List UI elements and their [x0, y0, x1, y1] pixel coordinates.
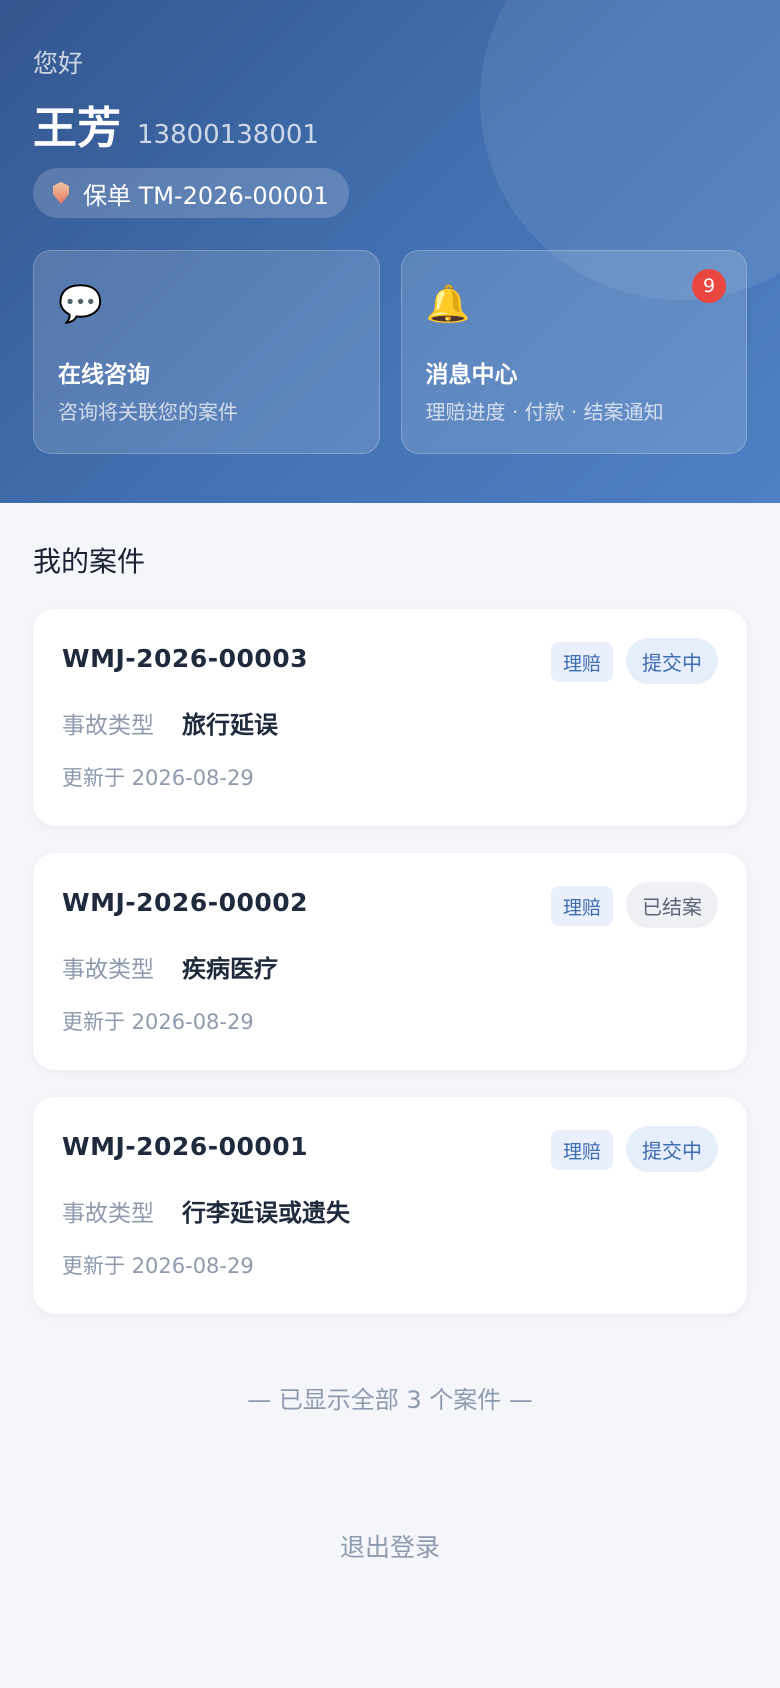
online-consult-subtitle: 咨询将关联您的案件 [58, 400, 238, 424]
case-list-footer: — 已显示全部 3 个案件 — [247, 1386, 533, 1414]
case-updated-date: 更新于 2026-08-29 [62, 1010, 254, 1034]
case-status-badge: 已结案 [626, 882, 718, 928]
case-detail-row: 事故类型 疾病医疗 [62, 949, 278, 984]
case-card[interactable]: WMJ-2026-00001 理赔 提交中 事故类型 行李延误或遗失 更新于 2… [33, 1097, 747, 1314]
case-id: WMJ-2026-00003 [62, 644, 309, 673]
shield-icon [53, 182, 69, 204]
profile-header: 您好 王芳 13800138001 保单 TM-2026-00001 💬 在线咨… [0, 0, 780, 503]
case-updated-date: 更新于 2026-08-29 [62, 1254, 254, 1278]
accident-type-label: 事故类型 [62, 713, 154, 739]
case-status-badge: 提交中 [626, 1126, 718, 1172]
case-card[interactable]: WMJ-2026-00003 理赔 提交中 事故类型 旅行延误 更新于 2026… [33, 609, 747, 826]
greeting-text: 您好 [33, 49, 84, 78]
accident-type-value: 行李延误或遗失 [182, 1199, 350, 1227]
message-center-card[interactable]: 🔔 9 消息中心 理赔进度 · 付款 · 结案通知 [400, 250, 747, 454]
accident-type-value: 旅行延误 [182, 711, 278, 739]
accident-type-label: 事故类型 [62, 1201, 154, 1227]
bell-icon: 🔔 [425, 284, 471, 325]
case-type-tag: 理赔 [550, 1130, 613, 1170]
user-phone: 13800138001 [137, 120, 319, 150]
message-center-subtitle: 理赔进度 · 付款 · 结案通知 [425, 400, 664, 424]
case-updated-date: 更新于 2026-08-29 [62, 766, 254, 790]
case-id: WMJ-2026-00001 [62, 1132, 309, 1161]
my-cases-title: 我的案件 [33, 545, 146, 578]
logout-button[interactable]: 退出登录 [0, 1528, 780, 1564]
online-consult-title: 在线咨询 [58, 362, 150, 388]
accident-type-value: 疾病医疗 [182, 955, 278, 983]
accident-type-label: 事故类型 [62, 957, 154, 983]
online-consult-card[interactable]: 💬 在线咨询 咨询将关联您的案件 [33, 250, 380, 454]
quick-actions: 💬 在线咨询 咨询将关联您的案件 🔔 9 消息中心 理赔进度 · 付款 · 结案… [33, 250, 747, 454]
case-list: WMJ-2026-00003 理赔 提交中 事故类型 旅行延误 更新于 2026… [33, 609, 747, 1341]
case-detail-row: 事故类型 行李延误或遗失 [62, 1193, 350, 1228]
case-type-tag: 理赔 [550, 642, 613, 682]
user-name: 王芳 [33, 103, 121, 154]
case-type-tag: 理赔 [550, 886, 613, 926]
unread-badge: 9 [692, 269, 726, 303]
case-detail-row: 事故类型 旅行延误 [62, 705, 278, 740]
policy-pill[interactable]: 保单 TM-2026-00001 [33, 168, 349, 218]
case-card[interactable]: WMJ-2026-00002 理赔 已结案 事故类型 疾病医疗 更新于 2026… [33, 853, 747, 1070]
user-info: 王芳 13800138001 [33, 92, 319, 156]
message-center-title: 消息中心 [425, 362, 518, 388]
case-id: WMJ-2026-00002 [62, 888, 309, 917]
policy-number: 保单 TM-2026-00001 [83, 181, 329, 210]
case-status-badge: 提交中 [626, 638, 718, 684]
chat-bubble-icon: 💬 [58, 284, 103, 325]
